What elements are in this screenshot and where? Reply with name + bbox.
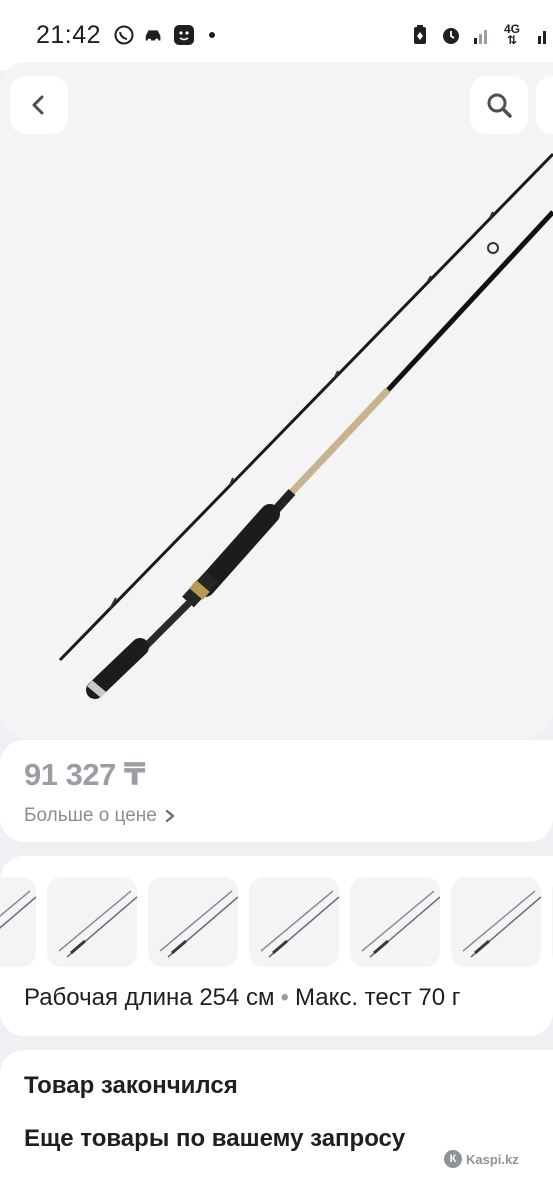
search-icon (487, 93, 512, 118)
spec-length: Рабочая длина 254 см (24, 984, 275, 1011)
variant-thumbnails (0, 877, 553, 967)
price-card: 91 327 ₸ Больше о цене (0, 740, 553, 842)
chevron-right-icon (165, 809, 175, 823)
price-details-label: Больше о цене (24, 805, 157, 826)
network-icon: 4G ⇅ (503, 22, 520, 47)
search-button[interactable] (470, 76, 528, 134)
chevron-left-icon (32, 95, 44, 115)
variant-thumbnail[interactable] (148, 877, 238, 967)
whatsapp-icon (113, 24, 135, 46)
variant-thumbnail[interactable] (451, 877, 541, 967)
product-price: 91 327 ₸ (24, 757, 146, 792)
more-products-heading: Еще товары по вашему запросу (24, 1125, 406, 1152)
product-page: 21:42 4G ⇅ 91 327 ₸ Больше о цене Рабоча… (0, 0, 553, 1200)
kaspi-watermark: К Kaspi.kz (444, 1150, 519, 1168)
signal-partial-icon (531, 24, 553, 46)
more-button[interactable] (536, 76, 553, 134)
rod-thumbnail-icon (260, 890, 339, 958)
variant-thumbnail[interactable] (350, 877, 440, 967)
fishing-rod-image (58, 152, 553, 699)
back-button[interactable] (10, 76, 68, 134)
rod-thumbnail-icon (462, 890, 541, 958)
rod-thumbnail-icon (58, 890, 137, 958)
variant-thumbnail[interactable] (47, 877, 137, 967)
smiley-icon (173, 24, 195, 46)
car-icon (143, 24, 165, 46)
spec-separator: • (280, 984, 289, 1011)
variants-card: Рабочая длина 254 см • Макс. тест 70 г (0, 856, 553, 1036)
rod-thumbnail-icon (0, 890, 36, 929)
signal-icon (471, 24, 493, 46)
kaspi-logo-icon: К (444, 1150, 462, 1168)
rod-thumbnail-icon (159, 890, 238, 958)
price-details-link[interactable]: Больше о цене (24, 805, 175, 827)
battery-saver-icon (409, 24, 431, 46)
product-specs: Рабочая длина 254 см • Макс. тест 70 г (24, 984, 461, 1012)
notification-dot-icon (209, 32, 216, 38)
status-icons-left (113, 24, 216, 46)
status-time: 21:42 (36, 20, 102, 49)
alarm-icon (440, 24, 462, 46)
info-card: Товар закончился Еще товары по вашему за… (0, 1050, 553, 1200)
watermark-text: Kaspi.kz (466, 1151, 519, 1167)
rod-thumbnail-icon (361, 890, 440, 958)
product-image-gallery[interactable] (0, 62, 553, 738)
spec-max-test: Макс. тест 70 г (294, 984, 461, 1011)
status-bar: 21:42 4G ⇅ (0, 0, 553, 70)
out-of-stock-label: Товар закончился (24, 1072, 238, 1099)
variant-thumbnail[interactable] (0, 877, 36, 967)
status-icons-right: 4G ⇅ (409, 22, 553, 47)
variant-thumbnail[interactable] (249, 877, 339, 967)
